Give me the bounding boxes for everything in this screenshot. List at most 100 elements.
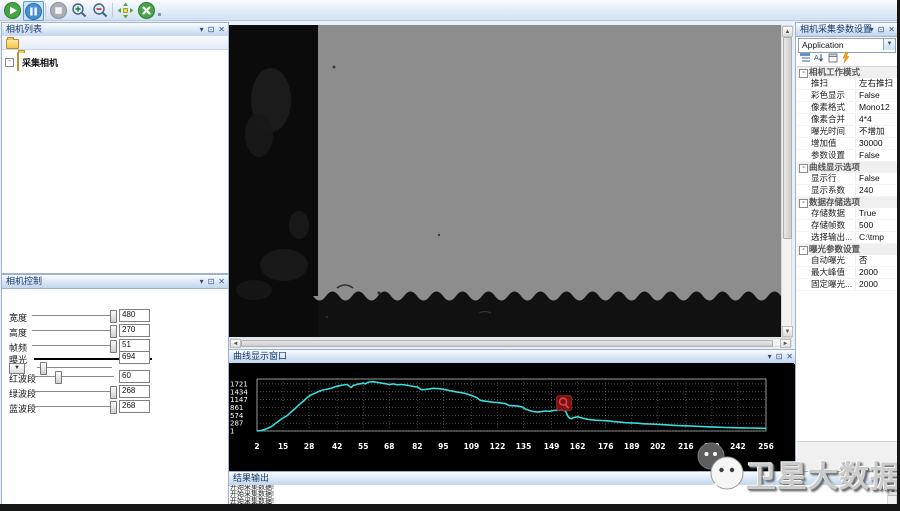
property-row[interactable]: 像素格式Mono12 (797, 102, 897, 114)
property-value[interactable]: 240 (855, 185, 897, 195)
pin-icon[interactable]: ⊡ (208, 23, 215, 36)
tree-expander-icon[interactable]: - (5, 58, 14, 67)
slider-handle[interactable] (110, 325, 117, 338)
property-value[interactable]: False (855, 90, 897, 100)
pin-icon[interactable]: ⊡ (208, 275, 215, 288)
property-value[interactable]: False (855, 150, 897, 160)
scroll-down-icon[interactable]: ▼ (782, 326, 793, 337)
slider-value-box[interactable]: 480 (119, 309, 150, 322)
play-button[interactable] (3, 1, 22, 19)
close-icon[interactable]: ✕ (218, 23, 225, 36)
slider-track[interactable] (32, 376, 114, 377)
toolbar-separator (45, 3, 46, 17)
property-row[interactable]: 选择输出...C:\tmp (797, 232, 897, 244)
image-vscrollbar[interactable]: ▲ ▼ (781, 25, 792, 338)
param-panel-title-buttons: ▾ ⊡✕ (870, 23, 895, 36)
slider-handle[interactable] (110, 310, 117, 323)
property-value[interactable]: 30000 (855, 138, 897, 148)
property-value[interactable]: 左右推扫 (855, 78, 897, 88)
slider-handle[interactable] (110, 386, 117, 399)
category-collapse-icon[interactable]: - (799, 246, 808, 255)
property-value[interactable]: C:\tmp (855, 232, 897, 242)
slider-track[interactable] (32, 391, 114, 392)
scroll-left-icon[interactable]: ◄ (230, 339, 241, 348)
property-value[interactable]: False (855, 173, 897, 183)
property-row[interactable]: 显示行False (797, 173, 897, 185)
slider-value-box[interactable]: 268 (119, 385, 150, 398)
pin-icon[interactable]: ⊡ (776, 350, 783, 363)
chevron-down-icon[interactable]: ▼ (883, 39, 895, 50)
toolbar-overflow-grip[interactable] (158, 13, 161, 16)
svg-text:574: 574 (230, 412, 244, 420)
svg-text:189: 189 (624, 442, 640, 451)
camera-image-view[interactable] (229, 25, 781, 337)
slider-track[interactable] (32, 315, 114, 316)
property-value[interactable]: Mono12 (855, 102, 897, 112)
property-category[interactable]: -数据存储选项 (797, 197, 897, 208)
category-collapse-icon[interactable]: - (799, 199, 808, 208)
slider-track[interactable] (32, 406, 114, 407)
folder-refresh-icon[interactable] (6, 39, 19, 49)
slider-value-box[interactable]: 270 (119, 324, 150, 337)
slider-handle[interactable] (110, 401, 117, 414)
vscroll-thumb[interactable] (783, 37, 792, 239)
property-row[interactable]: 存储数据True (797, 208, 897, 220)
dropdown-icon[interactable]: ▾ (870, 23, 874, 36)
property-row[interactable]: 参数设置False (797, 150, 897, 162)
zoom-in-button[interactable] (70, 1, 89, 19)
svg-text:149: 149 (544, 442, 560, 451)
property-row[interactable]: 固定曝光...2000 (797, 279, 897, 291)
property-row[interactable]: 增加值30000 (797, 138, 897, 150)
dropdown-icon[interactable]: ▾ (200, 23, 204, 36)
dropdown-icon[interactable]: ▾ (200, 275, 204, 288)
property-value[interactable]: 否 (855, 255, 897, 265)
hscroll-thumb[interactable] (241, 340, 773, 347)
tree-item-capture-camera[interactable]: - 采集相机 (5, 53, 58, 71)
property-row[interactable]: 曝光时间不增加 (797, 126, 897, 138)
scroll-up-icon[interactable]: ▲ (782, 26, 793, 37)
property-value[interactable]: True (855, 208, 897, 218)
property-row[interactable]: 显示系数240 (797, 185, 897, 197)
slider-handle[interactable] (40, 362, 47, 375)
stop-button[interactable] (49, 1, 68, 19)
close-icon[interactable]: ✕ (218, 275, 225, 288)
property-category[interactable]: -曝光参数设置 (797, 244, 897, 255)
image-hscrollbar[interactable]: ◄ ► (229, 338, 792, 347)
pause-button[interactable] (23, 1, 44, 21)
slider-value-box[interactable]: 60 (119, 370, 150, 383)
watermark-text: 卫星大数据 (746, 452, 900, 496)
property-row[interactable]: 最大峰值2000 (797, 267, 897, 279)
slider-track[interactable] (32, 345, 114, 346)
pin-icon[interactable]: ⊡ (878, 23, 885, 36)
property-value[interactable]: 500 (855, 220, 897, 230)
property-row[interactable]: 自动曝光否 (797, 255, 897, 267)
close-view-button[interactable] (137, 1, 156, 19)
wechat-icon (694, 441, 752, 500)
close-icon[interactable]: ✕ (786, 350, 793, 363)
close-icon[interactable]: ✕ (888, 23, 895, 36)
property-value[interactable]: 不增加 (855, 126, 897, 136)
property-row[interactable]: 存储帧数500 (797, 220, 897, 232)
pan-fit-button[interactable] (116, 1, 135, 19)
category-collapse-icon[interactable]: - (799, 69, 808, 78)
slider-value-box[interactable]: 694 (119, 351, 150, 364)
slider-handle[interactable] (110, 340, 117, 353)
property-name: 固定曝光... (811, 279, 853, 289)
scroll-right-icon[interactable]: ► (780, 339, 791, 348)
slider-track[interactable] (32, 330, 114, 331)
zoom-out-button[interactable] (91, 1, 110, 19)
property-category[interactable]: -曲线显示选项 (797, 162, 897, 173)
slider-handle[interactable] (55, 371, 62, 384)
dropdown-icon[interactable]: ▾ (768, 350, 772, 363)
svg-text:176: 176 (598, 442, 614, 451)
property-row[interactable]: 像素合并4*4 (797, 114, 897, 126)
property-row[interactable]: 推扫左右推扫 (797, 78, 897, 90)
slider-track[interactable] (37, 367, 112, 368)
category-collapse-icon[interactable]: - (799, 164, 808, 173)
property-value[interactable]: 4*4 (855, 114, 897, 124)
slider-value-box[interactable]: 268 (119, 400, 150, 413)
property-row[interactable]: 彩色显示False (797, 90, 897, 102)
property-category[interactable]: -相机工作模式 (797, 67, 897, 78)
property-value[interactable]: 2000 (855, 279, 897, 289)
property-value[interactable]: 2000 (855, 267, 897, 277)
